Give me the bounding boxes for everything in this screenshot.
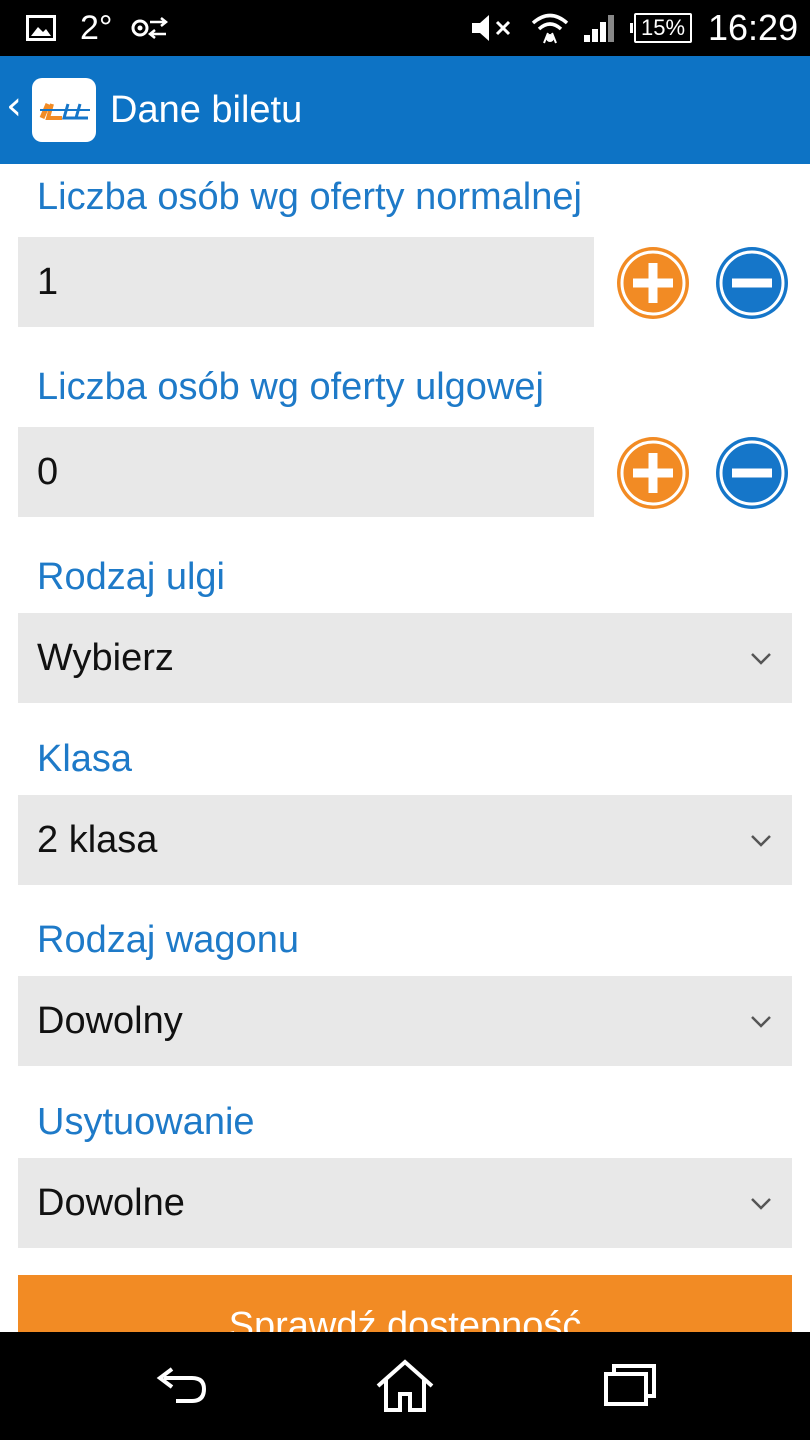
back-chevron-icon[interactable]: ‹ <box>6 86 22 126</box>
class-value: 2 klasa <box>37 818 158 861</box>
muted-icon <box>470 0 514 56</box>
carriage-type-value: Dowolny <box>37 999 183 1042</box>
action-bar: ‹ Dane biletu <box>0 56 810 164</box>
status-bar: 2° 15% 16:29 <box>0 0 810 56</box>
placement-value: Dowolne <box>37 1181 185 1224</box>
class-label: Klasa <box>37 738 133 780</box>
gallery-notification-icon <box>26 0 56 56</box>
home-icon[interactable] <box>374 1358 436 1414</box>
placement-select[interactable]: Dowolne <box>18 1158 792 1248</box>
reduced-count-input[interactable]: 0 <box>18 427 594 517</box>
temperature-text: 2° <box>80 8 113 47</box>
discount-type-label: Rodzaj ulgi <box>37 556 225 598</box>
system-nav-bar <box>0 1332 810 1440</box>
chevron-down-icon <box>751 653 771 665</box>
class-select[interactable]: 2 klasa <box>18 795 792 885</box>
reduced-minus-icon[interactable] <box>713 434 791 512</box>
reduced-plus-icon[interactable] <box>614 434 692 512</box>
sync-settings-icon <box>130 0 170 56</box>
placement-label: Usytuowanie <box>37 1101 255 1143</box>
carriage-type-label: Rodzaj wagonu <box>37 919 299 961</box>
normal-count-label: Liczba osób wg oferty normalnej <box>37 176 582 218</box>
chevron-down-icon <box>751 1016 771 1028</box>
discount-type-select[interactable]: Wybierz <box>18 613 792 703</box>
intercity-logo-icon <box>38 100 90 122</box>
clock: 16:29 <box>708 7 799 48</box>
chevron-down-icon <box>751 835 771 847</box>
signal-icon <box>582 0 618 56</box>
recent-apps-icon[interactable] <box>602 1358 658 1414</box>
reduced-count-label: Liczba osób wg oferty ulgowej <box>37 366 544 408</box>
page-title: Dane biletu <box>110 88 303 131</box>
normal-count-input[interactable]: 1 <box>18 237 594 327</box>
battery-tip <box>630 23 633 33</box>
battery-level-text: 15% <box>634 13 693 43</box>
back-icon[interactable] <box>152 1358 212 1414</box>
app-logo[interactable] <box>32 78 96 142</box>
normal-minus-icon[interactable] <box>713 244 791 322</box>
chevron-down-icon <box>751 1198 771 1210</box>
carriage-type-select[interactable]: Dowolny <box>18 976 792 1066</box>
wifi-icon <box>530 0 570 56</box>
normal-plus-icon[interactable] <box>614 244 692 322</box>
battery-indicator: 15% <box>630 0 693 56</box>
discount-type-value: Wybierz <box>37 636 174 679</box>
